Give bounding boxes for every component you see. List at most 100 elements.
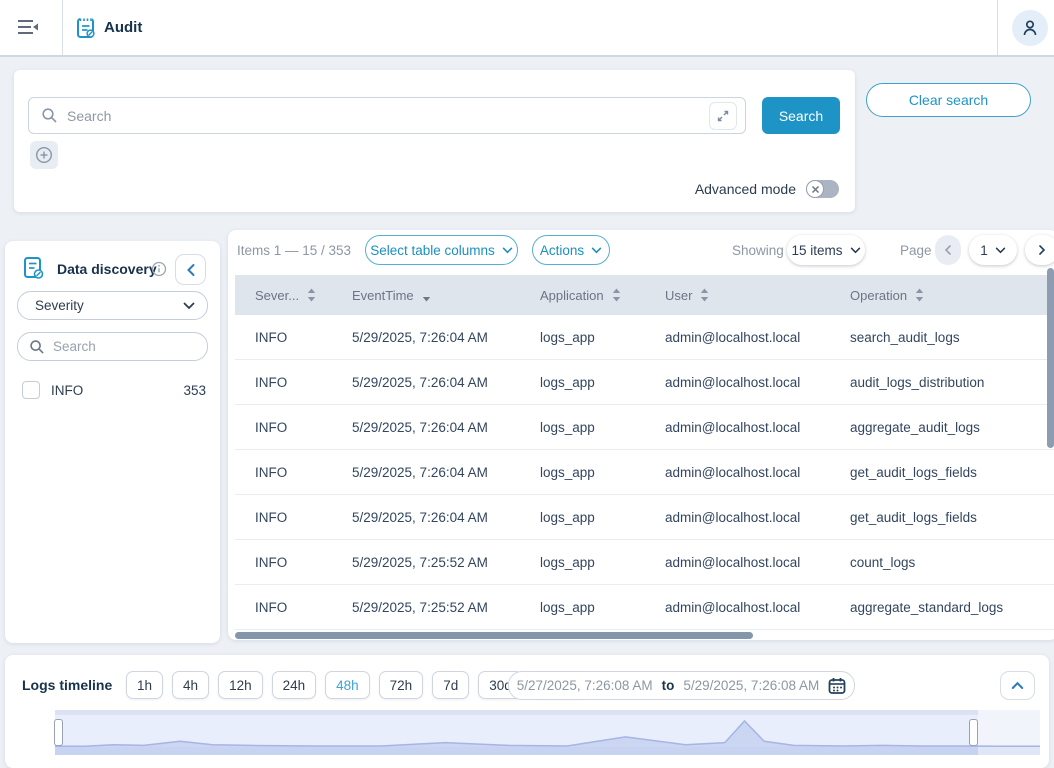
chevron-down-icon xyxy=(502,247,513,254)
table-row[interactable]: INFO5/29/2025, 7:25:52 AMlogs_appadmin@l… xyxy=(235,585,1054,630)
facet-checkbox[interactable] xyxy=(22,381,40,399)
cell-operation: audit_logs_distribution xyxy=(830,360,1054,404)
range-button-72h[interactable]: 72h xyxy=(379,671,424,699)
table-row[interactable]: INFO5/29/2025, 7:26:04 AMlogs_appadmin@l… xyxy=(235,315,1054,360)
table-row[interactable]: INFO5/29/2025, 7:26:04 AMlogs_appadmin@l… xyxy=(235,405,1054,450)
chevron-down-icon xyxy=(995,247,1006,254)
date-to: 5/29/2025, 7:26:08 AM xyxy=(683,678,819,693)
range-button-1h[interactable]: 1h xyxy=(126,671,163,699)
timeline-brush-chart xyxy=(55,710,1040,755)
clear-search-button[interactable]: Clear search xyxy=(866,83,1031,117)
horizontal-scrollbar xyxy=(235,632,1054,639)
table-row[interactable]: INFO5/29/2025, 7:26:04 AMlogs_appadmin@l… xyxy=(235,495,1054,540)
cell-severity: INFO xyxy=(235,450,332,494)
range-button-4h[interactable]: 4h xyxy=(172,671,209,699)
logs-timeline-title: Logs timeline xyxy=(22,677,112,693)
search-button[interactable]: Search xyxy=(762,97,840,134)
field-selector-value: Severity xyxy=(35,298,183,313)
facet-search-input[interactable] xyxy=(53,339,195,354)
cell-severity: INFO xyxy=(235,495,332,539)
table-body: INFO5/29/2025, 7:26:04 AMlogs_appadmin@l… xyxy=(235,315,1054,630)
data-discovery-title: Data discovery xyxy=(57,261,157,277)
range-button-12h[interactable]: 12h xyxy=(218,671,263,699)
data-discovery-panel: Data discovery Severity INFO 353 xyxy=(5,241,220,643)
range-button-24h[interactable]: 24h xyxy=(272,671,317,699)
search-icon xyxy=(29,339,45,355)
brush-left-handle[interactable] xyxy=(54,719,63,746)
column-header-user[interactable]: User xyxy=(645,275,830,315)
logs-timeline-panel: Logs timeline 1h4h12h24h48h72h7d30dtoday… xyxy=(5,655,1049,768)
cell-user: admin@localhost.local xyxy=(645,405,830,449)
collapse-timeline-button[interactable] xyxy=(1000,671,1035,700)
cell-severity: INFO xyxy=(235,360,332,404)
table-row[interactable]: INFO5/29/2025, 7:26:04 AMlogs_appadmin@l… xyxy=(235,360,1054,405)
date-range-to-label: to xyxy=(662,678,675,693)
chevron-down-icon xyxy=(850,247,861,254)
cell-application: logs_app xyxy=(520,405,645,449)
column-header-event_time[interactable]: EventTime xyxy=(332,275,520,315)
expand-search-button[interactable] xyxy=(709,102,737,130)
range-button-7d[interactable]: 7d xyxy=(432,671,469,699)
actions-button[interactable]: Actions xyxy=(532,235,610,265)
table-toolbar: Items 1 — 15 / 353 Select table columns … xyxy=(228,235,1054,266)
cell-event_time: 5/29/2025, 7:26:04 AM xyxy=(332,360,520,404)
brush-right-handle[interactable] xyxy=(969,719,978,746)
showing-label: Showing xyxy=(732,243,784,258)
cell-event_time: 5/29/2025, 7:26:04 AM xyxy=(332,450,520,494)
cell-user: admin@localhost.local xyxy=(645,540,830,584)
table-row[interactable]: INFO5/29/2025, 7:26:04 AMlogs_appadmin@l… xyxy=(235,450,1054,495)
info-icon[interactable] xyxy=(151,261,167,282)
cell-user: admin@localhost.local xyxy=(645,360,830,404)
select-table-columns-button[interactable]: Select table columns xyxy=(365,235,518,265)
facet-item-list: INFO 353 xyxy=(5,376,220,404)
cell-application: logs_app xyxy=(520,495,645,539)
cell-user: admin@localhost.local xyxy=(645,315,830,359)
add-filter-button[interactable] xyxy=(30,141,58,169)
cell-application: logs_app xyxy=(520,315,645,359)
chevron-down-icon xyxy=(591,247,602,254)
next-page-button[interactable] xyxy=(1025,235,1054,265)
page-title: Audit xyxy=(104,19,142,36)
advanced-mode-toggle[interactable] xyxy=(806,180,839,198)
chevron-left-icon xyxy=(944,244,952,256)
table-row[interactable]: INFO5/29/2025, 7:25:52 AMlogs_appadmin@l… xyxy=(235,540,1054,585)
vertical-scrollbar-thumb[interactable] xyxy=(1047,268,1054,448)
cell-operation: aggregate_audit_logs xyxy=(830,405,1054,449)
sort-icon xyxy=(307,288,316,302)
page-number-select[interactable]: 1 xyxy=(969,235,1017,265)
audit-page-icon xyxy=(75,16,97,45)
page-size-select[interactable]: 15 items xyxy=(787,235,865,265)
previous-page-button[interactable] xyxy=(935,235,961,265)
cell-event_time: 5/29/2025, 7:26:04 AM xyxy=(332,495,520,539)
user-avatar-button[interactable] xyxy=(1012,10,1048,46)
brush-bottom-band xyxy=(55,747,978,755)
cell-operation: get_audit_logs_fields xyxy=(830,450,1054,494)
column-header-application[interactable]: Application xyxy=(520,275,645,315)
chevron-left-icon xyxy=(186,263,196,277)
search-panel: Search Advanced mode xyxy=(14,70,855,212)
field-selector[interactable]: Severity xyxy=(17,291,208,320)
horizontal-scrollbar-thumb[interactable] xyxy=(235,632,753,639)
search-input[interactable] xyxy=(67,108,709,124)
advanced-mode-row: Advanced mode xyxy=(695,180,839,198)
plus-circle-icon xyxy=(35,146,53,164)
cell-operation: count_logs xyxy=(830,540,1054,584)
column-header-severity[interactable]: Sever... xyxy=(235,275,332,315)
facet-item-label: INFO xyxy=(51,383,183,398)
toggle-thumb xyxy=(806,180,824,198)
toggle-off-x-icon xyxy=(811,185,820,194)
range-button-48h[interactable]: 48h xyxy=(325,671,370,699)
date-range-picker[interactable]: 5/27/2025, 7:26:08 AM to 5/29/2025, 7:26… xyxy=(508,671,855,700)
user-icon xyxy=(1020,18,1040,38)
topbar-divider-left xyxy=(62,0,63,55)
date-from: 5/27/2025, 7:26:08 AM xyxy=(517,678,653,693)
cell-user: admin@localhost.local xyxy=(645,495,830,539)
audit-table-panel: Items 1 — 15 / 353 Select table columns … xyxy=(228,230,1054,640)
expand-icon xyxy=(716,109,730,123)
sidebar-toggle-button[interactable] xyxy=(14,15,42,41)
collapse-panel-button[interactable] xyxy=(175,254,206,285)
cell-operation: aggregate_standard_logs xyxy=(830,585,1054,629)
cell-application: logs_app xyxy=(520,450,645,494)
brush-bottom-band-rest xyxy=(978,747,1040,755)
column-header-operation[interactable]: Operation xyxy=(830,275,1054,315)
